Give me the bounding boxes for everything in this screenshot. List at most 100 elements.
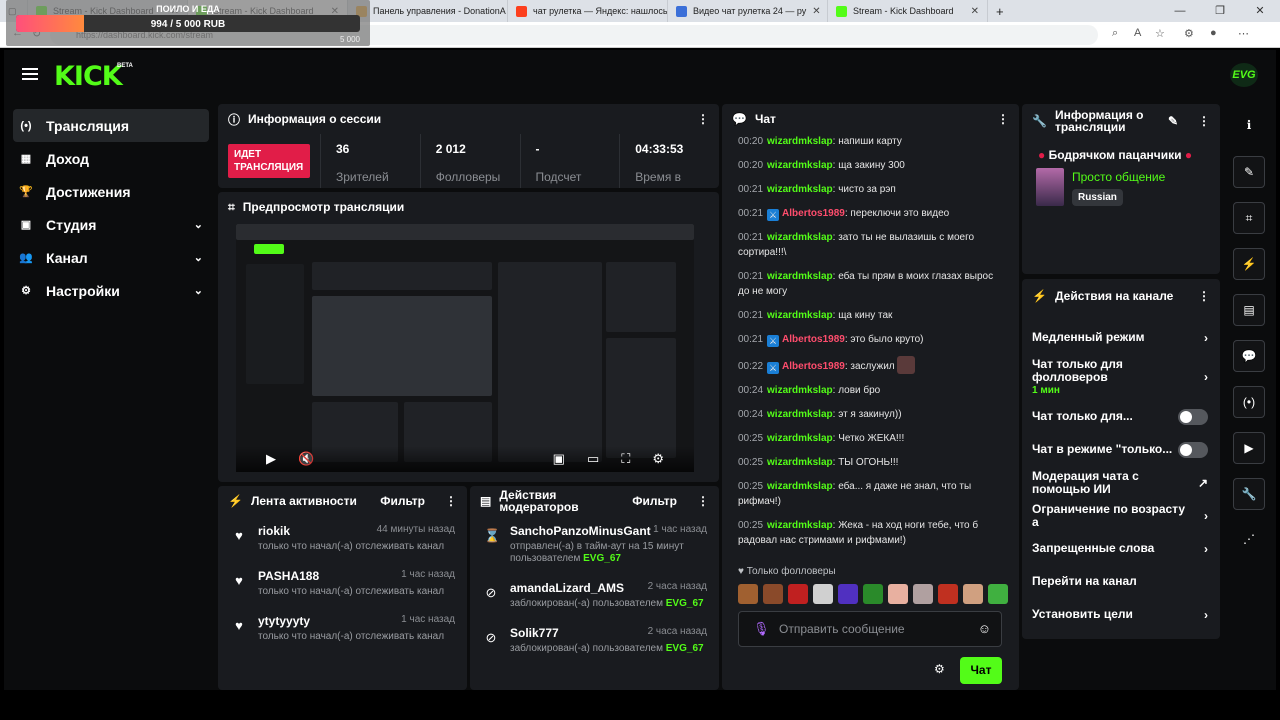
message-username[interactable]: wizardmkslap [767, 136, 833, 147]
fullscreen-icon[interactable]: ⛶ [621, 451, 630, 467]
channel-action-item[interactable]: Модерация чата с помощью ИИ ↗ [1022, 466, 1220, 499]
emote-icon[interactable] [988, 584, 1008, 604]
more-options-icon[interactable]: ⋮ [697, 494, 709, 508]
clip-icon[interactable]: ▭ [587, 451, 599, 467]
new-tab-button[interactable]: + [988, 0, 1012, 22]
emote-icon[interactable] [913, 584, 933, 604]
message-username[interactable]: wizardmkslap [767, 520, 833, 531]
channel-action-item[interactable]: Чат только для... [1022, 400, 1220, 433]
moderator-name[interactable]: EVG_67 [666, 598, 704, 609]
document-icon[interactable]: ▤ [1233, 294, 1265, 326]
browser-tab[interactable]: Панель управления - DonationA✕ [348, 0, 508, 22]
channel-action-item[interactable]: Установить цели › [1022, 598, 1220, 631]
moderator-name[interactable]: EVG_67 [583, 553, 621, 564]
chat-input[interactable]: 🎙 Отправить сообщение ☺ [738, 611, 1002, 647]
emote-icon[interactable] [813, 584, 833, 604]
message-username[interactable]: wizardmkslap [767, 271, 833, 282]
extensions-icon[interactable]: ⚙ [1184, 27, 1194, 40]
scan-icon[interactable]: ⌗ [1233, 202, 1265, 234]
message-username[interactable]: wizardmkslap [767, 310, 833, 321]
microphone-icon[interactable]: 🎙 [753, 612, 770, 646]
toggle-switch[interactable] [1178, 408, 1208, 425]
browser-tab[interactable]: чат рулетка — Яндекс: нашлось✕ [508, 0, 668, 22]
sidebar-item[interactable]: (•) Трансляция [13, 109, 209, 142]
chevron-right-icon[interactable]: › [1204, 370, 1208, 384]
more-options-icon[interactable]: ⋮ [997, 112, 1009, 126]
message-username[interactable]: Albertos1989 [782, 208, 845, 219]
maximize-icon[interactable]: ❐ [1200, 0, 1240, 22]
message-username[interactable]: wizardmkslap [767, 457, 833, 468]
menu-icon[interactable] [22, 68, 38, 80]
emote-icon[interactable] [788, 584, 808, 604]
message-username[interactable]: wizardmkslap [767, 433, 833, 444]
sidebar-item[interactable]: ▣ Студия ⌄ [13, 208, 209, 241]
more-options-icon[interactable]: ⋮ [445, 494, 457, 508]
send-chat-button[interactable]: Чат [960, 657, 1002, 684]
more-options-icon[interactable]: ⋮ [1198, 289, 1210, 303]
close-tab-icon[interactable]: ✕ [971, 6, 979, 17]
stream-preview-video[interactable]: ▶ 🔇 ▣ ▭ ⛶ ⚙ [236, 224, 694, 472]
mute-icon[interactable]: 🔇 [298, 451, 314, 467]
channel-action-item[interactable]: Чат только для фолловеров 1 мин › [1022, 354, 1220, 400]
message-username[interactable]: wizardmkslap [767, 385, 833, 396]
more-options-icon[interactable]: ⋮ [697, 112, 709, 126]
chat-icon[interactable]: 💬 [1233, 340, 1265, 372]
emoji-icon[interactable]: ☺ [978, 612, 991, 646]
message-username[interactable]: wizardmkslap [767, 409, 833, 420]
sidebar-item[interactable]: 🏆 Достижения [13, 175, 209, 208]
settings-icon[interactable]: ⚙ [652, 451, 664, 467]
close-window-icon[interactable]: ✕ [1240, 0, 1280, 22]
activity-user[interactable]: ytytyyyty [258, 614, 310, 628]
mod-action-user[interactable]: amandaLizard_AMS [510, 581, 624, 595]
message-username[interactable]: wizardmkslap [767, 232, 833, 243]
external-link-icon[interactable]: ↗ [1198, 476, 1208, 490]
read-aloud-icon[interactable]: A [1134, 27, 1141, 39]
avatar[interactable]: EVG [1230, 63, 1258, 87]
kick-logo[interactable]: KICK [54, 61, 123, 92]
browser-tab[interactable]: Stream - Kick Dashboard ✕ [828, 0, 988, 22]
sidebar-item[interactable]: 👥 Канал ⌄ [13, 241, 209, 274]
emote-icon[interactable] [863, 584, 883, 604]
mod-action-user[interactable]: SanchoPanzoMinusGant [510, 524, 651, 538]
channel-action-item[interactable]: Ограничение по возрасту а › [1022, 499, 1220, 532]
emote-icon[interactable] [838, 584, 858, 604]
sidebar-item[interactable]: ⚙ Настройки ⌄ [13, 274, 209, 307]
browser-tab[interactable]: Видео чат рулетка 24 — ру ✕ [668, 0, 828, 22]
bolt-icon[interactable]: ⚡ [1233, 248, 1265, 280]
video-icon[interactable]: ▶ [1233, 432, 1265, 464]
zoom-icon[interactable]: ⌕ [1112, 27, 1118, 40]
message-username[interactable]: Albertos1989 [782, 334, 845, 345]
emote-icon[interactable] [888, 584, 908, 604]
emote-icon[interactable] [963, 584, 983, 604]
chevron-right-icon[interactable]: › [1204, 542, 1208, 556]
more-icon[interactable]: ⋯ [1238, 27, 1249, 40]
category-link[interactable]: Просто общение [1072, 170, 1165, 184]
favorite-icon[interactable]: ☆ [1155, 27, 1165, 40]
play-icon[interactable]: ▶ [266, 451, 276, 467]
chevron-right-icon[interactable]: › [1204, 331, 1208, 345]
chevron-down-icon[interactable]: ⌄ [194, 284, 203, 297]
minimize-icon[interactable]: — [1160, 0, 1200, 22]
message-username[interactable]: wizardmkslap [767, 160, 833, 171]
chevron-down-icon[interactable]: ⌄ [194, 218, 203, 231]
channel-action-item[interactable]: Чат в режиме "только... [1022, 433, 1220, 466]
edit-icon[interactable]: ✎ [1168, 114, 1178, 128]
activity-user[interactable]: PASHA188 [258, 569, 319, 583]
activity-user[interactable]: riokik [258, 524, 290, 538]
filter-button[interactable]: Фильтр [380, 494, 425, 508]
toggle-switch[interactable] [1178, 441, 1208, 458]
chevron-right-icon[interactable]: › [1204, 608, 1208, 622]
emote-icon[interactable] [738, 584, 758, 604]
channel-action-item[interactable]: Медленный режим › [1022, 321, 1220, 354]
chevron-right-icon[interactable]: › [1204, 509, 1208, 523]
moderator-name[interactable]: EVG_67 [666, 643, 704, 654]
chat-settings-icon[interactable]: ⚙ [934, 662, 945, 676]
more-options-icon[interactable]: ⋮ [1198, 114, 1210, 128]
close-tab-icon[interactable]: ✕ [812, 6, 820, 17]
sidebar-item[interactable]: ▦ Доход [13, 142, 209, 175]
pip-icon[interactable]: ▣ [553, 451, 565, 467]
profile-icon[interactable]: ● [1210, 27, 1217, 39]
message-username[interactable]: wizardmkslap [767, 184, 833, 195]
channel-action-item[interactable]: Запрещенные слова › [1022, 532, 1220, 565]
edit-icon[interactable]: ✎ [1233, 156, 1265, 188]
